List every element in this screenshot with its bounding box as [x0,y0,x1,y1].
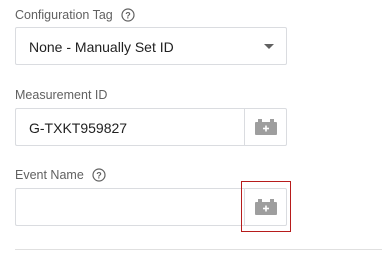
configuration-tag-label-row: Configuration Tag ? [15,8,135,22]
dropdown-arrow-icon [264,44,274,49]
help-circle-icon[interactable]: ? [92,168,106,182]
event-name-label-row: Event Name ? [15,168,106,182]
measurement-id-input[interactable]: G-TXKT959827 [15,108,245,146]
svg-text:?: ? [96,170,102,180]
measurement-id-label-row: Measurement ID [15,88,107,102]
measurement-id-value: G-TXKT959827 [29,120,128,136]
lego-brick-variable-icon [254,119,277,135]
measurement-id-variable-button[interactable] [244,108,287,146]
configuration-tag-label: Configuration Tag [15,8,113,22]
measurement-id-label: Measurement ID [15,88,108,102]
configuration-tag-select[interactable]: None - Manually Set ID [15,27,287,65]
svg-text:?: ? [125,10,131,20]
event-name-label: Event Name [15,168,84,182]
lego-brick-variable-icon [254,199,277,215]
help-circle-icon[interactable]: ? [121,8,135,22]
section-divider [15,249,382,250]
configuration-tag-selected-value: None - Manually Set ID [29,39,174,55]
event-name-input[interactable] [15,188,245,226]
event-name-variable-button[interactable] [244,188,287,226]
